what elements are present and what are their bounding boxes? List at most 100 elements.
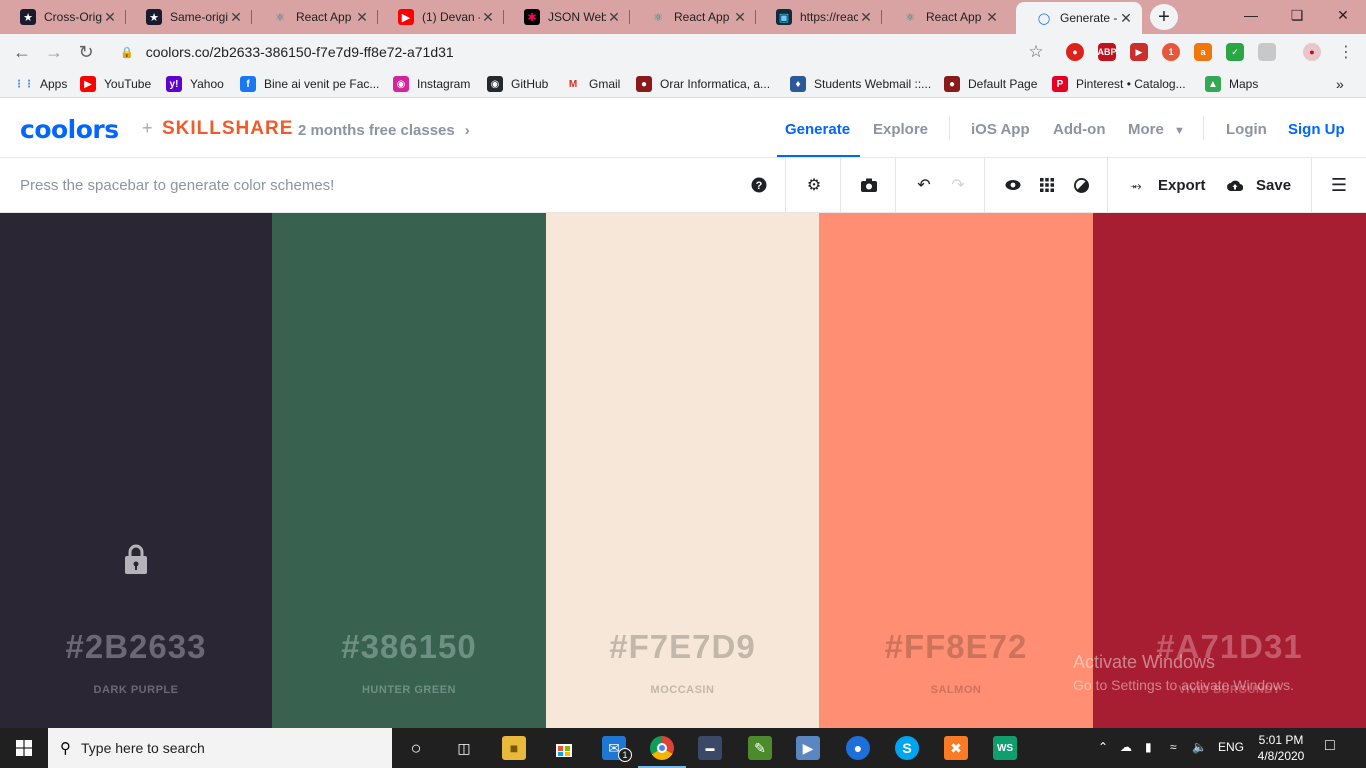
undo-icon[interactable]: ↶	[914, 175, 934, 195]
export-button[interactable]: Export	[1158, 177, 1206, 194]
login-link[interactable]: Login	[1226, 121, 1267, 138]
camera-icon[interactable]	[859, 175, 879, 195]
onedrive-icon[interactable]: ☁	[1120, 740, 1132, 754]
webstorm-icon[interactable]: WS	[993, 736, 1017, 760]
color-hex[interactable]: #FF8E72	[819, 628, 1093, 666]
redo-icon[interactable]: ↷	[948, 175, 968, 195]
tab-close-icon[interactable]: ✕	[1118, 10, 1134, 27]
browser-tab[interactable]: ▶ (1) Devan - ✕	[378, 4, 504, 30]
browser-tab[interactable]: ★ Same-origir ✕	[126, 4, 252, 30]
browser-tab[interactable]: ⚛ React App ✕	[882, 4, 1008, 30]
xampp-icon[interactable]: ✖	[944, 736, 968, 760]
bookmark-star-icon[interactable]: ☆	[1024, 40, 1048, 64]
color-column[interactable]: #A71D31 VIVID BURGUNDY	[1093, 213, 1366, 728]
forward-arrow-icon[interactable]: →	[42, 40, 66, 64]
task-view-icon[interactable]: ◫	[452, 736, 476, 760]
nav-more[interactable]: More ▼	[1128, 121, 1185, 138]
language-indicator[interactable]: ENG	[1218, 740, 1244, 754]
settings-gear-icon[interactable]: ⚙	[804, 175, 824, 195]
bookmark-item[interactable]: ● Default Page	[944, 75, 1037, 93]
hamburger-menu-icon[interactable]: ☰	[1329, 175, 1349, 195]
tab-close-icon[interactable]: ✕	[102, 9, 118, 26]
color-column[interactable]: #386150 HUNTER GREEN	[272, 213, 546, 728]
taskbar-search-box[interactable]: ⚲ Type here to search	[48, 728, 392, 768]
reload-icon[interactable]: ↻	[74, 40, 98, 64]
close-window-icon[interactable]: ✕	[1320, 0, 1366, 30]
bookmark-item[interactable]: y! Yahoo	[166, 75, 224, 93]
tab-close-icon[interactable]: ✕	[228, 9, 244, 26]
chrome-menu-icon[interactable]: ⋮	[1334, 40, 1358, 64]
tab-close-icon[interactable]: ✕	[732, 9, 748, 26]
back-arrow-icon[interactable]: ←	[10, 40, 34, 64]
notepad-icon[interactable]: ✎	[748, 736, 772, 760]
nav-explore[interactable]: Explore	[873, 121, 928, 138]
signup-link[interactable]: Sign Up	[1288, 121, 1345, 138]
browser-tab[interactable]: ⚛ React App ✕	[252, 4, 378, 30]
store-icon[interactable]	[552, 736, 576, 760]
skillshare-logo[interactable]: SKILLSHARE	[162, 118, 293, 140]
cloud-upload-icon[interactable]	[1225, 175, 1245, 195]
cortana-icon[interactable]: ○	[404, 736, 428, 760]
tab-close-icon[interactable]: ✕	[480, 9, 496, 26]
color-hex[interactable]: #F7E7D9	[546, 628, 819, 666]
save-button[interactable]: Save	[1256, 177, 1291, 194]
browser-tab-active[interactable]: ◯ Generate - C✕	[1016, 2, 1142, 34]
color-hex[interactable]: #386150	[272, 628, 546, 666]
share-icon[interactable]: ⥇	[1126, 175, 1146, 195]
skype-icon[interactable]: S	[895, 736, 919, 760]
abp-icon[interactable]: ABP	[1098, 43, 1117, 61]
nav-generate[interactable]: Generate	[785, 121, 850, 138]
tab-close-icon[interactable]: ✕	[354, 9, 370, 26]
bookmark-item[interactable]: ▶ YouTube	[80, 75, 151, 93]
bookmark-item[interactable]: ♦ Students Webmail ::...	[790, 75, 931, 93]
profile-avatar-icon[interactable]: ●	[1303, 43, 1321, 61]
browser-tab[interactable]: ★ Cross-Origi ✕	[0, 4, 126, 30]
bookmark-item[interactable]: ⋮⋮ Apps	[14, 75, 67, 93]
bookmark-item[interactable]: ◉ GitHub	[487, 75, 548, 93]
more-bookmarks-button[interactable]: »	[1336, 75, 1344, 93]
taskbar-clock[interactable]: 5:01 PM 4/8/2020	[1252, 732, 1310, 764]
color-column[interactable]: #F7E7D9 MOCCASIN	[546, 213, 819, 728]
bookmark-item[interactable]: ▲ Maps	[1205, 75, 1258, 93]
coolors-logo[interactable]: coolors	[20, 115, 119, 144]
battery-icon[interactable]: ▮	[1145, 740, 1152, 754]
chrome-icon[interactable]	[650, 736, 674, 760]
tray-chevron-up-icon[interactable]: ⌃	[1098, 740, 1108, 754]
check-ext-icon[interactable]: ✓	[1226, 43, 1244, 61]
lock-icon[interactable]	[0, 543, 272, 580]
extension-badge-icon[interactable]: 1	[1162, 43, 1180, 61]
nav-ios-app[interactable]: iOS App	[971, 121, 1030, 138]
volume-icon[interactable]: 🔈	[1192, 740, 1207, 754]
bookmark-item[interactable]: ● Orar Informatica, a...	[636, 75, 770, 93]
view-eye-icon[interactable]	[1003, 175, 1023, 195]
tab-close-icon[interactable]: ✕	[984, 9, 1000, 26]
address-bar[interactable]: 🔒 coolors.co/2b2633-386150-f7e7d9-ff8e72…	[110, 38, 1056, 66]
color-column[interactable]: #FF8E72 SALMON	[819, 213, 1093, 728]
adblock-stop-icon[interactable]: ●	[1066, 43, 1084, 61]
color-adjust-icon[interactable]	[1071, 175, 1091, 195]
help-icon[interactable]: ?	[749, 175, 769, 195]
windows-start-icon[interactable]	[0, 728, 48, 768]
video-ext-icon[interactable]: ▶	[1130, 43, 1148, 61]
bookmark-item[interactable]: f Bine ai venit pe Fac...	[240, 75, 379, 93]
media-player-icon[interactable]: ▶	[796, 736, 820, 760]
bookmark-item[interactable]: M Gmail	[565, 75, 621, 93]
file-explorer-icon[interactable]: ■	[502, 736, 526, 760]
color-column[interactable]: #2B2633 DARK PURPLE	[0, 213, 272, 728]
bookmark-item[interactable]: P Pinterest • Catalog...	[1052, 75, 1186, 93]
gray-ext-icon[interactable]	[1258, 43, 1276, 61]
restore-icon[interactable]: ❏	[1274, 0, 1320, 30]
terminal-app-icon[interactable]: ▬	[698, 736, 722, 760]
grid-view-icon[interactable]	[1037, 175, 1057, 195]
maps-pin-icon[interactable]: ●	[846, 736, 870, 760]
browser-tab[interactable]: ⚛ React App ✕	[630, 4, 756, 30]
nav-add-on[interactable]: Add-on	[1053, 121, 1105, 138]
minimize-icon[interactable]: —	[1228, 0, 1274, 30]
shopping-ext-icon[interactable]: a	[1194, 43, 1212, 61]
tab-close-icon[interactable]: ✕	[606, 9, 622, 26]
tab-close-icon[interactable]: ✕	[858, 9, 874, 26]
browser-tab[interactable]: ▣ https://reac ✕	[756, 4, 882, 30]
notifications-icon[interactable]: □	[1325, 737, 1335, 755]
browser-tab[interactable]: ✱ JSON Web ✕	[504, 4, 630, 30]
color-hex[interactable]: #2B2633	[0, 628, 272, 666]
